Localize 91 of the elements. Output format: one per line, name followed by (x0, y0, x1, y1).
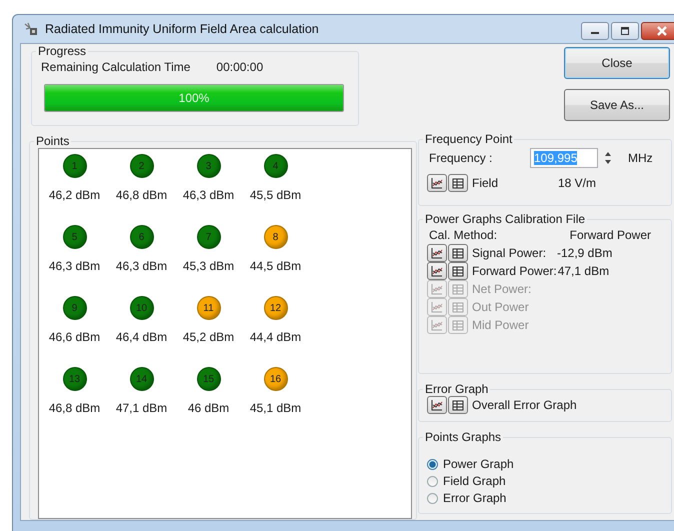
point-reading: 46,3 dBm (182, 188, 234, 202)
point-reading: 46,3 dBm (116, 259, 168, 273)
point-marker[interactable]: 10 (130, 296, 154, 320)
point-reading: 46 dBm (188, 401, 230, 415)
chart-button[interactable] (427, 174, 447, 192)
point-reading: 46,4 dBm (116, 330, 168, 344)
table-icon (452, 302, 464, 312)
close-icon (656, 26, 668, 36)
point-reading: 46,8 dBm (116, 188, 168, 202)
point-reading: 45,1 dBm (250, 401, 302, 415)
point-reading: 46,8 dBm (48, 401, 100, 415)
group-title: Frequency Point (424, 132, 514, 146)
power-value: 47,1 dBm (558, 264, 610, 278)
progress-percent: 100% (178, 91, 210, 105)
maximize-button[interactable] (611, 22, 639, 40)
point-reading: 46,3 dBm (48, 259, 100, 273)
point-marker[interactable]: 5 (62, 225, 86, 249)
field-value: 18 V/m (558, 176, 596, 190)
point-reading: 46,6 dBm (48, 330, 100, 344)
radio-option[interactable]: Field Graph (427, 473, 663, 489)
point-reading: 44,5 dBm (250, 259, 302, 273)
point-marker[interactable]: 13 (62, 367, 86, 391)
group-title: Progress (37, 44, 88, 58)
radio-option[interactable]: Error Graph (427, 490, 663, 506)
radio-option[interactable]: Power Graph (427, 456, 663, 472)
power-label: Signal Power: (472, 246, 548, 260)
maximize-icon (620, 27, 630, 35)
dialog-button[interactable]: Save As... (564, 89, 670, 121)
table-icon (452, 248, 464, 258)
power-label: Mid Power (472, 318, 530, 332)
point-reading: 45,3 dBm (182, 259, 234, 273)
app-icon (23, 21, 39, 37)
group-title: Points (35, 134, 70, 148)
power-label: Net Power: (472, 282, 532, 296)
point-marker[interactable]: 1 (62, 154, 86, 178)
point-marker[interactable]: 16 (264, 367, 288, 391)
remaining-time-label: Remaining Calculation Time (41, 60, 190, 74)
table-button[interactable] (448, 262, 468, 280)
cal-method-label: Cal. Method: (429, 228, 498, 242)
power-label: Forward Power: (472, 264, 557, 278)
chart-button[interactable] (427, 244, 447, 262)
line-chart-icon (431, 302, 443, 312)
table-button[interactable] (448, 396, 468, 414)
power-label: Out Power (472, 300, 530, 314)
line-chart-icon (431, 284, 443, 294)
line-chart-icon (431, 320, 443, 330)
point-marker[interactable]: 12 (264, 296, 288, 320)
point-marker[interactable]: 8 (264, 225, 288, 249)
point-marker[interactable]: 15 (196, 367, 220, 391)
point-reading: 47,1 dBm (116, 401, 168, 415)
point-marker[interactable]: 9 (62, 296, 86, 320)
power-value: -12,9 dBm (557, 246, 612, 260)
chart-button[interactable] (427, 396, 447, 414)
dialog-button[interactable]: Close (564, 47, 670, 79)
line-chart-icon (431, 400, 443, 410)
table-icon (452, 400, 464, 410)
remaining-time-value: 00:00:00 (216, 60, 264, 74)
field-label: Field (472, 176, 500, 190)
table-icon (452, 320, 464, 330)
table-icon (452, 266, 464, 276)
point-marker[interactable]: 2 (130, 154, 154, 178)
window-title: Radiated Immunity Uniform Field Area calculation (45, 22, 320, 36)
point-marker[interactable]: 4 (264, 154, 288, 178)
point-marker[interactable]: 11 (196, 296, 220, 320)
point-marker[interactable]: 6 (130, 225, 154, 249)
point-reading: 45,2 dBm (182, 330, 234, 344)
line-chart-icon (431, 248, 443, 258)
frequency-label: Frequency : (428, 151, 494, 165)
line-chart-icon (431, 266, 443, 276)
cal-method-value: Forward Power (570, 228, 651, 242)
table-icon (452, 178, 464, 188)
error-graph-label: Overall Error Graph (472, 398, 577, 412)
frequency-field[interactable]: 109,995 (530, 148, 598, 168)
point-reading: 45,5 dBm (250, 188, 302, 202)
point-reading: 44,4 dBm (250, 330, 302, 344)
point-marker[interactable]: 7 (196, 225, 220, 249)
point-marker[interactable]: 3 (196, 154, 220, 178)
close-window-button[interactable] (641, 22, 674, 40)
group-title: Points Graphs (424, 430, 502, 444)
point-marker[interactable]: 14 (130, 367, 154, 391)
group-title: Error Graph (424, 382, 490, 396)
table-button[interactable] (448, 244, 468, 262)
line-chart-icon (431, 178, 443, 188)
frequency-unit: MHz (628, 151, 653, 165)
table-icon (452, 284, 464, 294)
minimize-button[interactable] (581, 22, 609, 40)
spinner-icon[interactable] (604, 150, 612, 166)
chart-button[interactable] (427, 262, 447, 280)
point-reading: 46,2 dBm (48, 188, 100, 202)
group-title: Power Graphs Calibration File (424, 212, 586, 226)
table-button[interactable] (448, 174, 468, 192)
